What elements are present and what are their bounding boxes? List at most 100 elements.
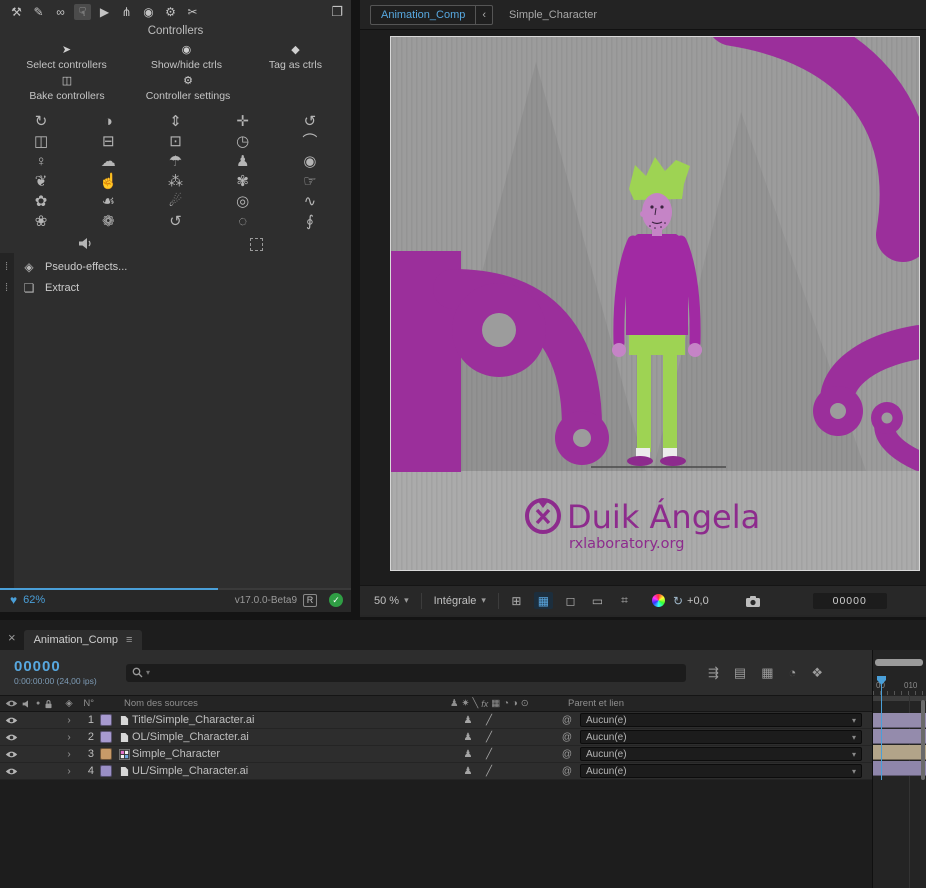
frame-blending-icon[interactable]: ▦ (761, 665, 773, 681)
show-hide-ctrls-button[interactable]: ◉ Show/hide ctrls (127, 42, 246, 73)
controller-finger-icon[interactable]: ☝ (75, 172, 142, 192)
label-column-icon[interactable]: ◈ (62, 698, 76, 709)
controller-swirl-icon[interactable]: ↺ (276, 112, 343, 132)
controller-sprout-icon[interactable]: ❁ (75, 212, 142, 232)
composition-flowchart-icon[interactable]: ⇶ (708, 665, 719, 681)
parent-pickwhip-icon[interactable]: @ (560, 715, 574, 726)
composition-canvas[interactable]: Duik Ángela rxlaboratory.org (390, 36, 920, 571)
quality-column-icon[interactable]: ╲ (473, 698, 479, 709)
shy-toggle-icon[interactable]: ♟ (450, 749, 486, 760)
collapse-column-icon[interactable]: ✷ (462, 698, 470, 709)
drag-grip-icon[interactable]: ⁞ (5, 282, 13, 294)
timeline-track-lane[interactable]: 00 010 (872, 650, 926, 888)
quality-toggle-icon[interactable]: ╱ (486, 766, 492, 777)
expand-layer-chevron-icon[interactable]: › (62, 715, 76, 726)
shy-toggle-icon[interactable]: ♟ (450, 715, 486, 726)
controller-flower-icon[interactable]: ✿ (8, 192, 75, 212)
parent-pickwhip-icon[interactable]: @ (560, 766, 574, 777)
effects-column-icon[interactable]: fx (481, 699, 488, 709)
reset-exposure-icon[interactable]: ↻ (673, 594, 683, 608)
controller-hand-icon[interactable]: ☞ (276, 172, 343, 192)
speaker-controller-icon[interactable] (78, 237, 93, 250)
controller-hat-icon[interactable]: ☂ (142, 152, 209, 172)
script-file-icon[interactable]: ❐ (331, 4, 343, 20)
controller-lamp-icon[interactable]: ♀ (8, 152, 75, 172)
controller-hips-icon[interactable]: ◎ (209, 192, 276, 212)
controller-slider-icon[interactable]: ⊟ (75, 132, 142, 152)
audio-column-speaker-icon[interactable] (22, 699, 32, 709)
controller-blossom-icon[interactable]: ✾ (209, 172, 276, 192)
parent-dropdown[interactable]: Aucun(e) ▾ (580, 713, 862, 727)
selection-view-button[interactable]: ⊞ (507, 592, 526, 609)
parent-dropdown[interactable]: Aucun(e) ▾ (580, 730, 862, 744)
layer-label-swatch[interactable] (100, 714, 112, 726)
hand-tool-icon[interactable]: ☟ (74, 4, 91, 20)
shy-toggle-icon[interactable]: ♟ (450, 766, 486, 777)
controller-loop-icon[interactable]: ↺ (142, 212, 209, 232)
controller-comet-icon[interactable]: ☄ (142, 192, 209, 212)
adjustment-column-icon[interactable]: ◑ (512, 698, 518, 709)
controller-ponytail-icon[interactable]: ❦ (8, 172, 75, 192)
parent-dropdown[interactable]: Aucun(e) ▾ (580, 747, 862, 761)
tab-scroll-left-button[interactable]: ‹ (475, 6, 492, 24)
link-tool-icon[interactable]: ∞ (52, 4, 69, 20)
current-frame-field[interactable]: 00000 (14, 659, 116, 675)
source-name-column-header[interactable]: Nom des sources (98, 698, 450, 709)
graph-editor-icon[interactable]: ❖ (811, 665, 823, 681)
bake-controllers-button[interactable]: ◫ Bake controllers (6, 73, 128, 104)
controller-cloud-icon[interactable]: ☁ (75, 152, 142, 172)
parent-column-header[interactable]: Parent et lien (560, 698, 872, 709)
frame-counter-field[interactable]: 00000 (813, 593, 887, 609)
controller-null-icon[interactable]: ⊡ (142, 132, 209, 152)
layer-name[interactable]: OL/Simple_Character.ai (132, 731, 450, 743)
viewport[interactable]: Duik Ángela rxlaboratory.org (360, 30, 926, 585)
layer-visibility-eye-icon[interactable] (5, 750, 18, 759)
lock-column-icon[interactable] (44, 699, 53, 709)
grid-and-guides-button[interactable]: ⌗ (615, 592, 634, 609)
select-controllers-button[interactable]: ➤ Select controllers (6, 42, 127, 73)
layer-label-swatch[interactable] (100, 765, 112, 777)
quality-toggle-icon[interactable]: ╱ (486, 749, 492, 760)
channel-color-wheel-icon[interactable] (652, 594, 665, 607)
controller-move-vertical-icon[interactable]: ⇕ (142, 112, 209, 132)
pickwhip-tool-icon[interactable]: ⋔ (118, 4, 135, 20)
layer-row[interactable]: › 4 UL/Simple_Character.ai ♟╱ @ Aucun(e)… (0, 763, 872, 780)
solo-column-icon[interactable]: ● (36, 700, 40, 707)
3d-column-icon[interactable]: ⊙ (521, 698, 529, 709)
controller-rotation-icon[interactable]: ↻ (8, 112, 75, 132)
expand-layer-chevron-icon[interactable]: › (62, 766, 76, 777)
snapshot-camera-icon[interactable] (745, 595, 761, 607)
quality-toggle-icon[interactable]: ╱ (486, 715, 492, 726)
expand-layer-chevron-icon[interactable]: › (62, 749, 76, 760)
frame-blend-column-icon[interactable]: ▦ (491, 698, 500, 709)
magnification-dropdown[interactable]: 50 % ▾ (370, 593, 413, 609)
setup-tool-icon[interactable]: ⚒ (8, 4, 25, 20)
time-navigator-bar[interactable] (875, 659, 923, 666)
layer-visibility-eye-icon[interactable] (5, 733, 18, 742)
search-input[interactable] (153, 667, 680, 678)
mask-visibility-button[interactable]: ◻ (561, 592, 580, 609)
layer-row[interactable]: › 3 Simple_Character ♟╱ @ Aucun(e) ▾ (0, 746, 872, 763)
controller-eye-icon[interactable]: ◉ (276, 152, 343, 172)
view-layout-button[interactable]: ▦ (534, 592, 553, 609)
controller-position-icon[interactable]: ✛ (209, 112, 276, 132)
tag-as-ctrls-button[interactable]: ◆ Tag as ctrls (246, 42, 345, 73)
vertical-scrollbar[interactable] (921, 700, 925, 780)
tab-animation-comp[interactable]: Animation_Comp (371, 6, 475, 24)
timeline-tab-animation-comp[interactable]: Animation_Comp ≡ (24, 630, 143, 650)
controller-paw-icon[interactable]: ⁂ (142, 172, 209, 192)
resolution-dropdown[interactable]: Intégrale ▾ (430, 593, 490, 609)
pseudo-effects-item[interactable]: ⁞ ◈ Pseudo-effects... (0, 256, 351, 277)
layer-search-box[interactable]: ▾ (126, 664, 686, 682)
controller-tail-icon[interactable]: ∮ (276, 212, 343, 232)
parent-pickwhip-icon[interactable]: @ (560, 749, 574, 760)
shy-toggle-icon[interactable]: ♟ (450, 732, 486, 743)
controller-camera-icon[interactable]: ◫ (8, 132, 75, 152)
heart-icon[interactable]: ♥ (10, 593, 17, 607)
layer-label-swatch[interactable] (100, 731, 112, 743)
region-of-interest-button[interactable]: ▭ (588, 592, 607, 609)
exposure-control[interactable]: ↻ +0,0 (673, 594, 709, 608)
layer-visibility-eye-icon[interactable] (5, 767, 18, 776)
draft-3d-icon[interactable]: ▤ (734, 665, 746, 681)
controller-orient-icon[interactable]: ◑ (75, 112, 142, 132)
